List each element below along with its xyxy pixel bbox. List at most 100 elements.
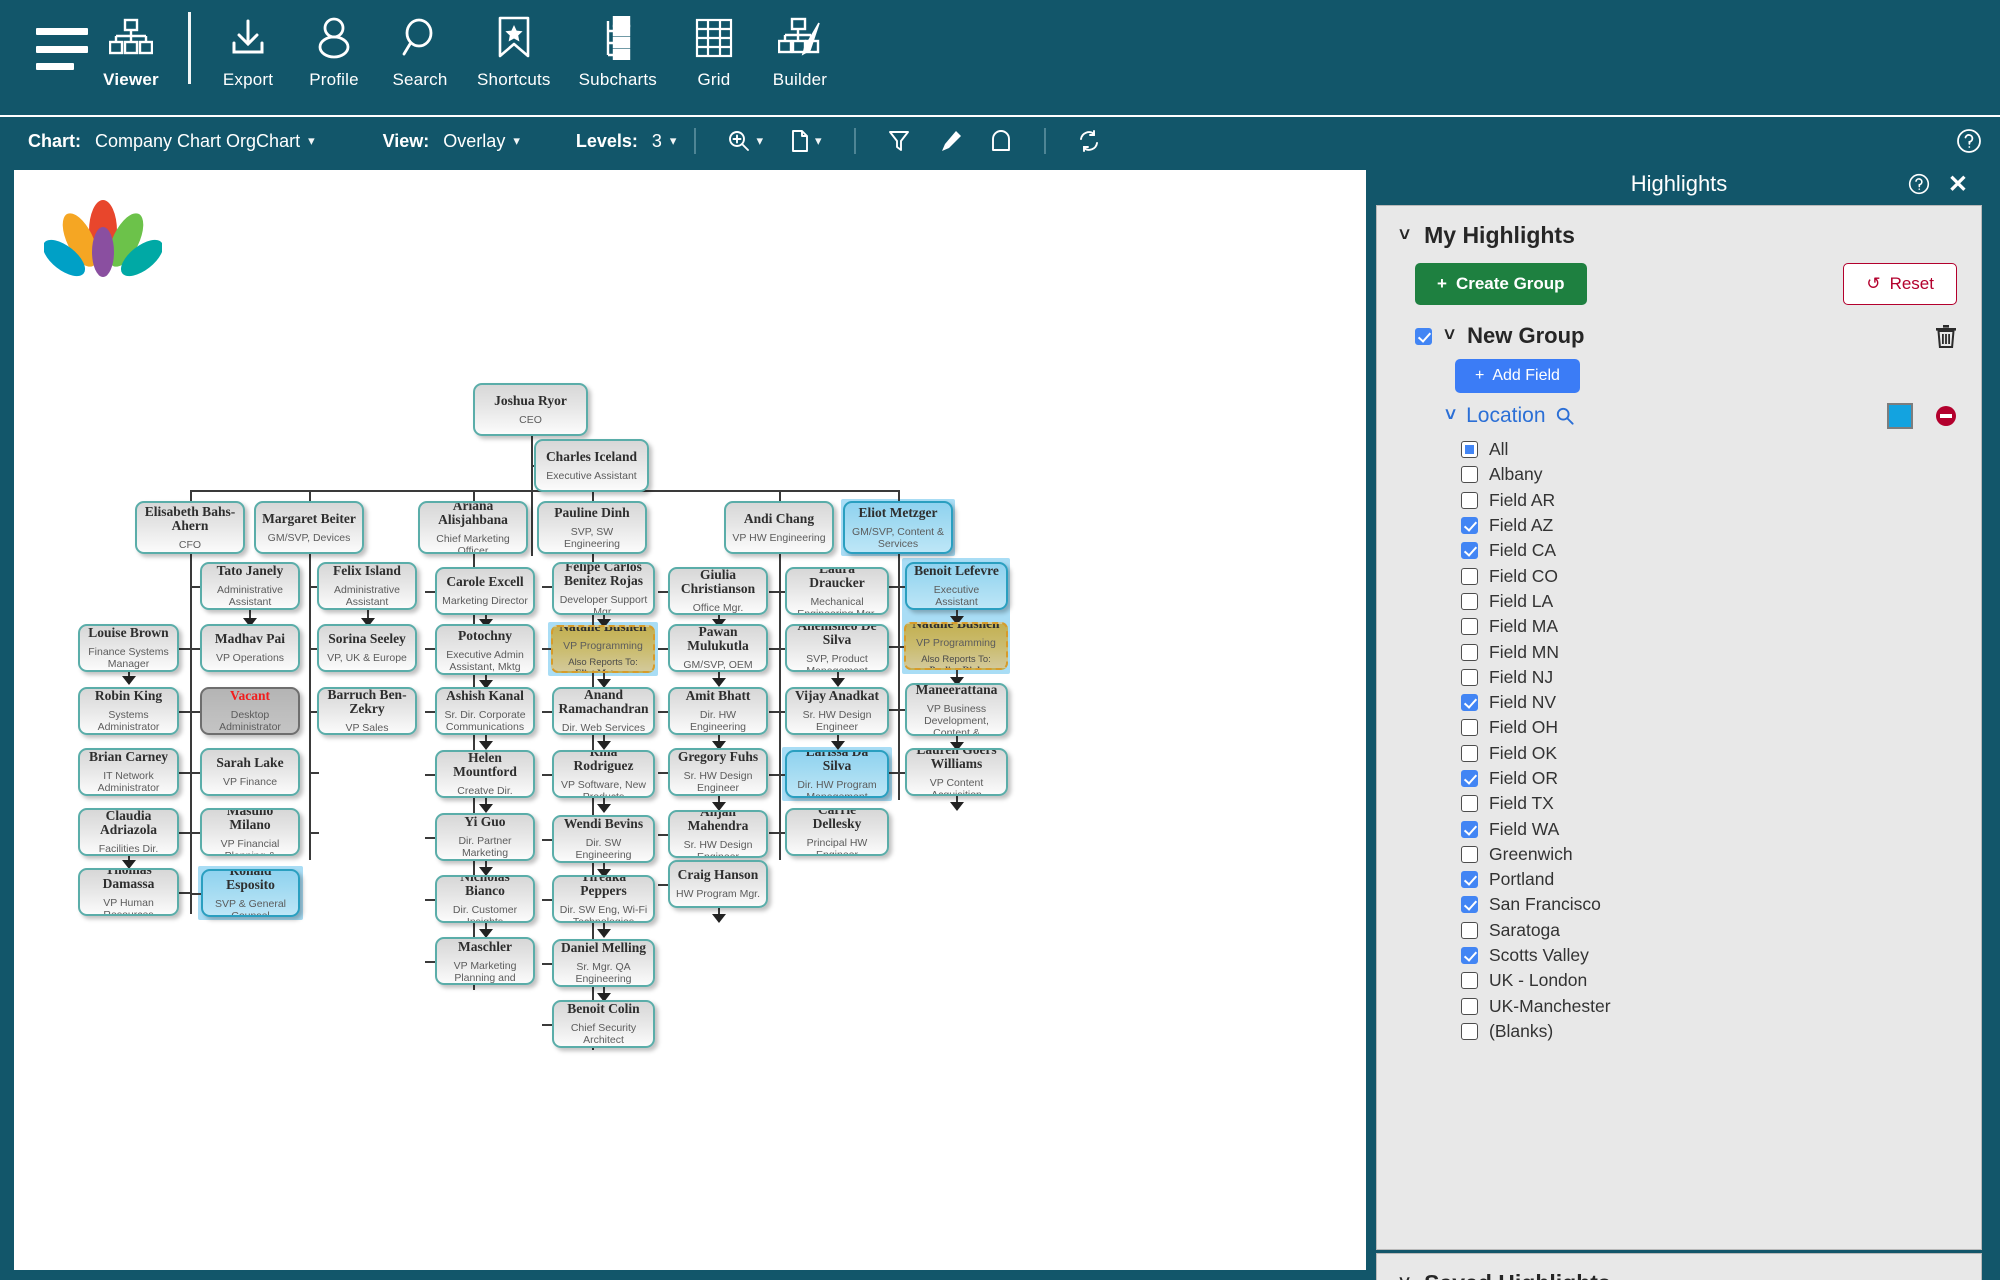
- org-node[interactable]: Felipe Carlos Benitez Rojas Developer Sup…: [552, 562, 655, 615]
- org-node[interactable]: Thomas Maschler VP Marketing Planning and…: [435, 937, 535, 985]
- org-node[interactable]: Laura Draucker Mechanical Engineering Mgr…: [785, 567, 889, 615]
- org-node[interactable]: Claudia Adriazola Facilities Dir.: [78, 808, 179, 856]
- org-node[interactable]: Anjali Mahendra Sr. HW Design Engineer: [668, 810, 768, 858]
- zoom-in-icon[interactable]: ▾: [714, 130, 777, 152]
- org-node[interactable]: Benoit Lefevre Executive Assistant: [905, 562, 1008, 610]
- org-node[interactable]: Gregory Fuhs Sr. HW Design Engineer: [668, 748, 768, 796]
- toolbar-item-grid[interactable]: Grid: [671, 0, 757, 90]
- checkbox[interactable]: [1461, 947, 1478, 965]
- org-node[interactable]: Margaret Beiter GM/SVP, Devices: [254, 501, 364, 554]
- location-option[interactable]: Field WA: [1461, 816, 1981, 841]
- filter-icon[interactable]: [874, 130, 924, 152]
- org-node[interactable]: Brian Carney IT Network Administrator: [78, 748, 179, 796]
- org-node[interactable]: Felix Island Administrative Assistant: [317, 562, 417, 610]
- org-node[interactable]: Pawan Mulukutla GM/SVP, OEM: [668, 624, 768, 672]
- checkbox[interactable]: [1461, 719, 1478, 737]
- org-chart-canvas[interactable]: Joshua Ryor CEO Charles Iceland Executive A…: [14, 170, 1366, 1270]
- page-icon[interactable]: ▾: [777, 130, 836, 152]
- checkbox[interactable]: [1461, 643, 1478, 661]
- org-node[interactable]: Giulia Christianson Office Mgr.: [668, 567, 768, 615]
- org-node[interactable]: Barruch Ben-Zekry VP Sales: [317, 687, 417, 735]
- toolbar-item-subcharts[interactable]: Subcharts: [565, 0, 671, 90]
- org-node[interactable]: Benoit Colin Chief Security Architect: [552, 1000, 655, 1048]
- org-node[interactable]: Charles Iceland Executive Assistant: [534, 439, 649, 492]
- checkbox[interactable]: [1461, 592, 1478, 610]
- location-option[interactable]: All: [1461, 437, 1981, 462]
- org-node[interactable]: Indira Masullo Milano VP Financial Planni…: [200, 808, 300, 856]
- org-node[interactable]: Madhav Pai VP Operations: [200, 624, 300, 672]
- chevron-down-icon[interactable]: ˅: [1445, 405, 1456, 427]
- location-option[interactable]: Field MN: [1461, 639, 1981, 664]
- org-node[interactable]: Eliot Metzger GM/SVP, Content & Services: [843, 501, 953, 554]
- checkbox[interactable]: [1461, 845, 1478, 863]
- checkbox[interactable]: [1461, 542, 1478, 560]
- org-node[interactable]: Natalie Bushell VP Programming Also Report…: [551, 625, 655, 673]
- location-option[interactable]: Greenwich: [1461, 842, 1981, 867]
- highlighter-icon[interactable]: [924, 130, 976, 152]
- chart-selector[interactable]: Company Chart OrgChart ▾: [95, 131, 315, 152]
- checkbox[interactable]: [1461, 795, 1478, 813]
- location-option[interactable]: San Francisco: [1461, 892, 1981, 917]
- org-node[interactable]: Carole Excell Marketing Director: [435, 567, 535, 615]
- trash-icon[interactable]: [1935, 324, 1957, 348]
- checkbox[interactable]: [1461, 871, 1478, 889]
- checkbox[interactable]: [1461, 517, 1478, 535]
- org-node[interactable]: Ashish Kanal Sr. Dir. Corporate Communica…: [435, 687, 535, 735]
- location-option[interactable]: Field CO: [1461, 563, 1981, 588]
- org-node[interactable]: Daniel Melling Sr. Mgr. QA Engineering: [552, 939, 655, 987]
- checkbox[interactable]: [1461, 921, 1478, 939]
- location-option[interactable]: Portland: [1461, 867, 1981, 892]
- org-node[interactable]: Ronald Esposito SVP & General Counsel: [201, 869, 300, 917]
- hamburger-icon[interactable]: [36, 28, 88, 70]
- question-circle-icon[interactable]: [1908, 173, 1930, 195]
- org-node[interactable]: Pauline Dinh SVP, SW Engineering: [537, 501, 647, 554]
- org-node[interactable]: Robin King Systems Administrator: [78, 687, 179, 735]
- org-node[interactable]: Vacant Desktop Administrator: [200, 687, 300, 735]
- checkbox[interactable]: [1461, 997, 1478, 1015]
- toolbar-item-viewer[interactable]: Viewer: [88, 0, 174, 90]
- location-option[interactable]: Field OH: [1461, 715, 1981, 740]
- org-node[interactable]: Joshua Ryor CEO: [473, 383, 588, 436]
- org-node[interactable]: Carrie Dellesky Principal HW Engineer: [785, 808, 889, 856]
- org-node[interactable]: Lauren Goers Williams VP Content Acquisit…: [905, 748, 1008, 796]
- org-node[interactable]: Louise Brown Finance Systems Manager: [78, 624, 179, 672]
- location-option-list[interactable]: All Albany Field AR Field AZ Field CA Field C…: [1377, 429, 1981, 1044]
- toolbar-item-profile[interactable]: Profile: [291, 0, 377, 90]
- location-option[interactable]: Field OR: [1461, 766, 1981, 791]
- location-option[interactable]: Field AR: [1461, 488, 1981, 513]
- org-node[interactable]: Craig Hanson HW Program Mgr.: [668, 860, 768, 908]
- reset-button[interactable]: ↺ Reset: [1843, 263, 1957, 305]
- org-node[interactable]: Tato Janely Administrative Assistant: [200, 562, 300, 610]
- checkbox[interactable]: [1461, 820, 1478, 838]
- org-node[interactable]: Thomas Damassa VP Human Resources: [78, 868, 179, 916]
- field-name[interactable]: Location: [1466, 404, 1545, 428]
- also-reports-manager[interactable]: Pauline Dinh: [929, 666, 982, 669]
- checkbox[interactable]: [1461, 491, 1478, 509]
- refresh-icon[interactable]: [1064, 130, 1114, 152]
- org-node[interactable]: Ariana Alisjahbana Chief Marketing Office…: [418, 501, 528, 554]
- checkbox[interactable]: [1461, 896, 1478, 914]
- checkbox[interactable]: [1461, 972, 1478, 990]
- org-node[interactable]: Helen Mountford Creatve Dir.: [435, 750, 535, 798]
- location-option[interactable]: Scotts Valley: [1461, 943, 1981, 968]
- location-option[interactable]: Field NJ: [1461, 665, 1981, 690]
- toolbar-item-search[interactable]: Search: [377, 0, 463, 90]
- checkbox[interactable]: [1461, 466, 1478, 484]
- chevron-down-icon[interactable]: ˅: [1444, 325, 1455, 347]
- shape-icon[interactable]: [976, 130, 1026, 152]
- location-option[interactable]: (Blanks): [1461, 1019, 1981, 1044]
- saved-highlights-title[interactable]: ˅ Saved Highlights: [1377, 1254, 1981, 1280]
- org-node[interactable]: Elisabeth Bahs-Ahern CFO: [135, 501, 245, 554]
- toolbar-item-export[interactable]: Export: [205, 0, 291, 90]
- location-option[interactable]: Field AZ: [1461, 513, 1981, 538]
- search-icon[interactable]: [1556, 407, 1574, 425]
- toolbar-item-builder[interactable]: Builder: [757, 0, 843, 90]
- close-icon[interactable]: ✕: [1948, 170, 1968, 199]
- field-color-swatch[interactable]: [1887, 403, 1913, 429]
- create-group-button[interactable]: + Create Group: [1415, 263, 1587, 305]
- group-enabled-checkbox[interactable]: [1415, 327, 1432, 345]
- org-node[interactable]: Larissa Da Silva Dir. HW Program Manageme…: [785, 750, 889, 798]
- org-node[interactable]: Ornanong Maneerattana VP Business Develop…: [905, 683, 1008, 736]
- location-option[interactable]: Field LA: [1461, 589, 1981, 614]
- my-highlights-section-title[interactable]: ˅ My Highlights: [1377, 206, 1981, 249]
